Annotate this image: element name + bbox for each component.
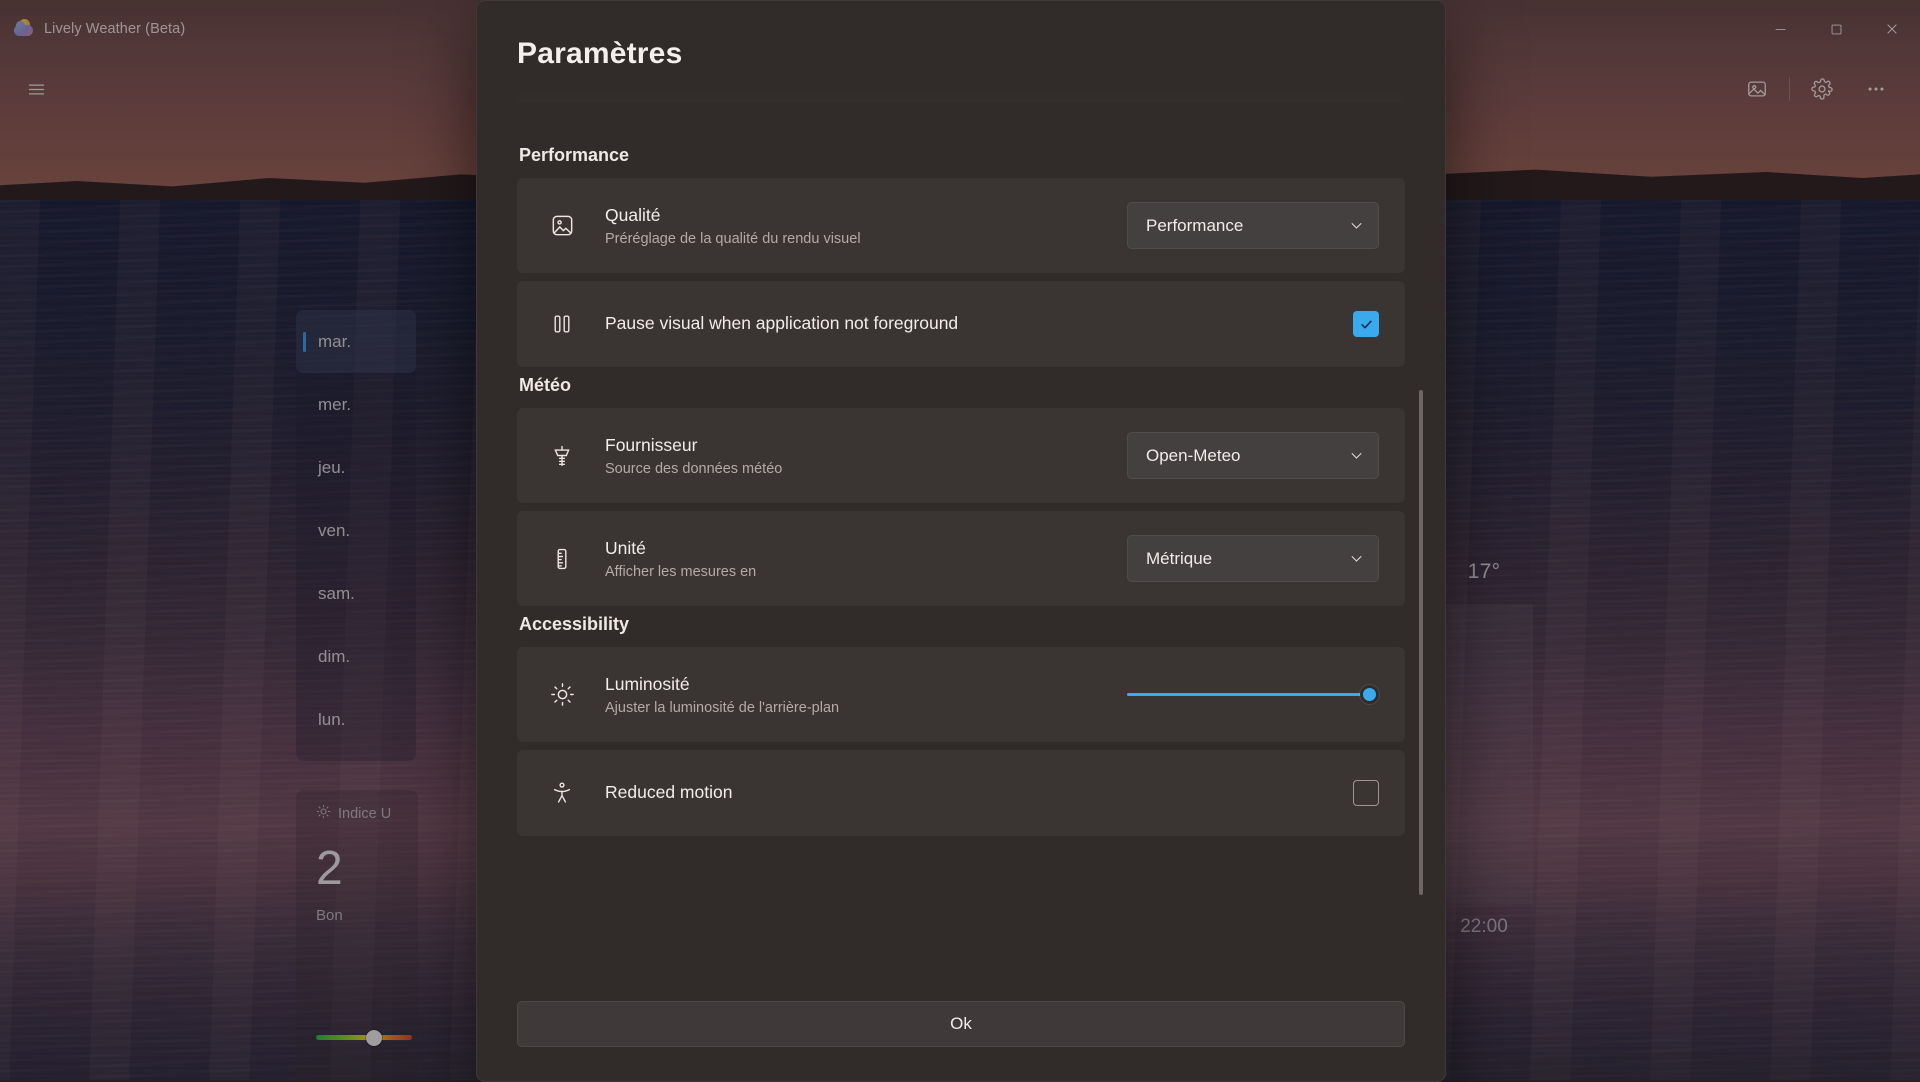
section-title-accessibility: Accessibility <box>519 614 1405 635</box>
ruler-icon <box>545 547 579 571</box>
open-logs-row[interactable]: Ouvrir les journaux <box>517 85 1405 103</box>
chevron-down-icon <box>1349 448 1364 463</box>
image-quality-icon <box>545 213 579 238</box>
setting-title-pause-visual: Pause visual when application not foregr… <box>605 312 1327 336</box>
unit-dropdown-value: Métrique <box>1146 549 1212 569</box>
setting-row-provider[interactable]: Fournisseur Source des données météo Ope… <box>517 408 1405 503</box>
weather-station-icon <box>545 444 579 468</box>
brightness-slider-thumb[interactable] <box>1360 685 1379 704</box>
setting-text-pause-visual: Pause visual when application not foregr… <box>605 312 1327 336</box>
chevron-down-icon <box>1349 218 1364 233</box>
settings-dialog-header: Paramètres <box>477 1 1445 85</box>
logs-icon <box>545 85 579 87</box>
setting-subtitle-brightness: Ajuster la luminosité de l'arrière-plan <box>605 700 1101 716</box>
settings-scrollbar[interactable] <box>1419 390 1423 895</box>
reduced-motion-checkbox[interactable] <box>1353 780 1379 806</box>
brightness-slider[interactable] <box>1127 682 1379 708</box>
settings-dialog-footer: Ok <box>477 981 1445 1081</box>
section-title-meteo: Météo <box>519 375 1405 396</box>
setting-subtitle-quality: Préréglage de la qualité du rendu visuel <box>605 231 1101 247</box>
page-title: Paramètres <box>517 37 1405 71</box>
setting-text-brightness: Luminosité Ajuster la luminosité de l'ar… <box>605 673 1101 716</box>
setting-title-reduced-motion: Reduced motion <box>605 781 1327 805</box>
setting-row-reduced-motion[interactable]: Reduced motion <box>517 750 1405 836</box>
setting-text-reduced-motion: Reduced motion <box>605 781 1327 805</box>
brightness-icon <box>545 682 579 707</box>
setting-title-unit: Unité <box>605 537 1101 561</box>
settings-scroll-region: Ouvrir les journaux Performance Qualité … <box>517 85 1405 981</box>
section-title-performance: Performance <box>519 145 1405 166</box>
reduced-motion-icon <box>545 781 579 805</box>
setting-title-brightness: Luminosité <box>605 673 1101 697</box>
settings-scroll-area[interactable]: Ouvrir les journaux Performance Qualité … <box>477 85 1445 981</box>
settings-dialog: Paramètres Ouvrir les journaux Performan… <box>476 0 1446 1082</box>
unit-dropdown[interactable]: Métrique <box>1127 535 1379 582</box>
setting-subtitle-provider: Source des données météo <box>605 461 1101 477</box>
setting-row-brightness[interactable]: Luminosité Ajuster la luminosité de l'ar… <box>517 647 1405 742</box>
setting-text-quality: Qualité Préréglage de la qualité du rend… <box>605 204 1101 247</box>
chevron-down-icon <box>1349 551 1364 566</box>
brightness-slider-fill <box>1127 693 1379 696</box>
setting-text-provider: Fournisseur Source des données météo <box>605 434 1101 477</box>
pause-icon <box>545 312 579 336</box>
setting-subtitle-unit: Afficher les mesures en <box>605 564 1101 580</box>
provider-dropdown[interactable]: Open-Meteo <box>1127 432 1379 479</box>
quality-dropdown-value: Performance <box>1146 216 1243 236</box>
open-logs-label: Ouvrir les journaux <box>605 85 764 86</box>
setting-row-pause-visual[interactable]: Pause visual when application not foregr… <box>517 281 1405 367</box>
setting-title-provider: Fournisseur <box>605 434 1101 458</box>
setting-text-unit: Unité Afficher les mesures en <box>605 537 1101 580</box>
setting-row-quality[interactable]: Qualité Préréglage de la qualité du rend… <box>517 178 1405 273</box>
quality-dropdown[interactable]: Performance <box>1127 202 1379 249</box>
provider-dropdown-value: Open-Meteo <box>1146 446 1241 466</box>
setting-title-quality: Qualité <box>605 204 1101 228</box>
pause-visual-checkbox[interactable] <box>1353 311 1379 337</box>
setting-row-unit[interactable]: Unité Afficher les mesures en Métrique <box>517 511 1405 606</box>
ok-button[interactable]: Ok <box>517 1001 1405 1047</box>
